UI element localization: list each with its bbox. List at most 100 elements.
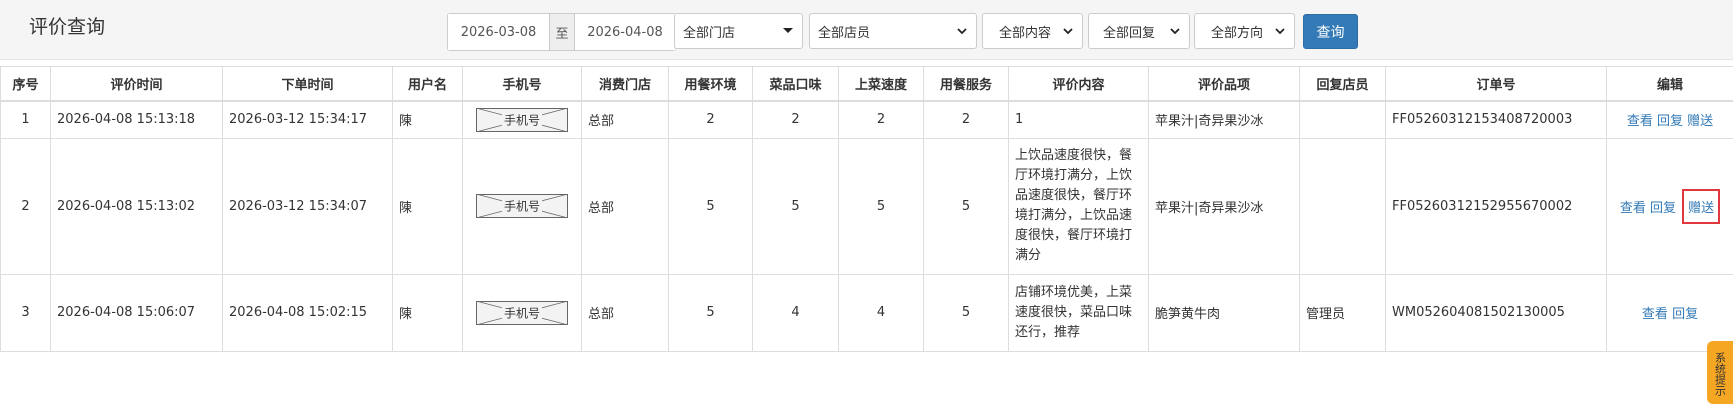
cell-content: 上饮品速度很快，餐厅环境打满分，上饮品速度很快，餐厅环境打满分，上饮品速度很快，… [1008,137,1149,275]
cell-edit: 查看 回复 [1606,273,1733,352]
cell-edit: 查看 回复 赠送 [1606,100,1733,139]
content-select-value: 全部内容 [999,25,1052,41]
reply-link[interactable]: 回复 [1657,114,1683,129]
cell-content: 店铺环境优美，上菜速度很快，菜品口味还行，推荐 [1008,273,1149,352]
cell-index: 2 [0,137,51,275]
cell-store: 总部 [581,137,669,275]
table-row: 2 2026-04-08 15:13:02 2026-03-12 15:34:0… [0,137,1733,275]
cell-env: 2 [668,100,753,139]
cell-phone: 手机号 [462,137,582,275]
chevron-down-icon [1275,28,1285,35]
cell-taste: 5 [752,137,839,275]
cell-service: 2 [923,100,1009,139]
cell-content: 1 [1008,100,1149,139]
cell-speed: 5 [838,137,924,275]
highlight-box: 赠送 [1682,188,1721,224]
view-link[interactable]: 查看 [1627,114,1653,129]
end-date-input[interactable] [575,14,675,50]
cell-taste: 4 [752,273,839,352]
col-header-service: 用餐服务 [923,66,1009,102]
cell-replier [1299,100,1386,139]
direction-select-value: 全部方向 [1211,25,1264,41]
cell-index: 1 [0,100,51,139]
date-separator: 至 [549,14,575,50]
cell-env: 5 [668,137,753,275]
direction-select[interactable]: 全部方向 [1194,13,1295,49]
col-header-phone: 手机号 [462,66,582,102]
cell-phone: 手机号 [462,273,582,352]
cell-edit: 查看 回复 赠送 [1606,137,1733,275]
cell-order-time: 2026-04-08 15:02:15 [222,273,393,352]
table-row: 3 2026-04-08 15:06:07 2026-04-08 15:02:1… [0,273,1733,352]
phone-image-placeholder: 手机号 [476,300,568,325]
col-header-username: 用户名 [392,66,463,102]
view-link[interactable]: 查看 [1642,307,1668,322]
cell-order-no: FF05260312152955670002 [1385,137,1607,275]
gift-link[interactable]: 赠送 [1687,114,1713,129]
col-header-order-time: 下单时间 [222,66,393,102]
col-header-content: 评价内容 [1008,66,1149,102]
cell-env: 5 [668,273,753,352]
staff-select[interactable]: 全部店员 [809,13,977,49]
table-header-row: 序号 评价时间 下单时间 用户名 手机号 消费门店 用餐环境 菜品口味 上菜速度… [0,66,1733,102]
store-select-value: 全部门店 [683,25,736,41]
system-notice-tab[interactable]: 系统提示 [1707,341,1733,404]
reply-select[interactable]: 全部回复 [1088,13,1190,49]
cell-review-time: 2026-04-08 15:13:18 [50,100,223,139]
date-range: 至 [447,13,676,51]
cell-store: 总部 [581,100,669,139]
cell-order-time: 2026-03-12 15:34:07 [222,137,393,275]
chevron-down-icon [1170,28,1180,35]
cell-items: 苹果汁|奇异果沙冰 [1148,100,1300,139]
review-query-page: 评价查询 至 全部门店 全部店员 全部内容 全部回复 全部方向 查询 [0,0,1733,418]
filter-bar: 评价查询 至 全部门店 全部店员 全部内容 全部回复 全部方向 查询 [0,0,1733,60]
reply-link[interactable]: 回复 [1650,201,1676,216]
col-header-replier: 回复店员 [1299,66,1386,102]
review-table: 序号 评价时间 下单时间 用户名 手机号 消费门店 用餐环境 菜品口味 上菜速度… [0,66,1733,352]
cell-index: 3 [0,273,51,352]
cell-service: 5 [923,273,1009,352]
reply-select-value: 全部回复 [1103,25,1156,41]
phone-placeholder-label: 手机号 [504,306,540,320]
table-row: 1 2026-04-08 15:13:18 2026-03-12 15:34:1… [0,100,1733,139]
gift-link[interactable]: 赠送 [1688,201,1714,216]
chevron-down-icon [1063,28,1073,35]
reply-link[interactable]: 回复 [1672,307,1698,322]
page-title: 评价查询 [29,16,106,38]
content-select[interactable]: 全部内容 [982,13,1083,49]
col-header-edit: 编辑 [1606,66,1733,102]
cell-order-no: FF05260312153408720003 [1385,100,1607,139]
phone-image-placeholder: 手机号 [476,107,568,132]
cell-review-time: 2026-04-08 15:06:07 [50,273,223,352]
cell-review-time: 2026-04-08 15:13:02 [50,137,223,275]
cell-order-time: 2026-03-12 15:34:17 [222,100,393,139]
phone-image-placeholder: 手机号 [476,194,568,218]
cell-replier [1299,137,1386,275]
col-header-store: 消费门店 [581,66,669,102]
col-header-index: 序号 [0,66,51,102]
phone-placeholder-label: 手机号 [504,200,540,214]
start-date-input[interactable] [448,14,549,50]
cell-username: 陳 [392,100,463,139]
cell-store: 总部 [581,273,669,352]
col-header-env: 用餐环境 [668,66,753,102]
col-header-order-no: 订单号 [1385,66,1607,102]
col-header-taste: 菜品口味 [752,66,839,102]
caret-down-icon [783,28,793,33]
cell-service: 5 [923,137,1009,275]
cell-order-no: WM052604081502130005 [1385,273,1607,352]
search-button[interactable]: 查询 [1303,14,1358,49]
cell-items: 苹果汁|奇异果沙冰 [1148,137,1300,275]
col-header-items: 评价品项 [1148,66,1300,102]
store-select[interactable]: 全部门店 [674,13,803,49]
cell-username: 陳 [392,137,463,275]
cell-speed: 2 [838,100,924,139]
phone-placeholder-label: 手机号 [504,113,540,127]
staff-select-value: 全部店员 [818,25,871,41]
col-header-speed: 上菜速度 [838,66,924,102]
view-link[interactable]: 查看 [1620,201,1646,216]
col-header-review-time: 评价时间 [50,66,223,102]
cell-username: 陳 [392,273,463,352]
cell-items: 脆笋黄牛肉 [1148,273,1300,352]
cell-phone: 手机号 [462,100,582,139]
